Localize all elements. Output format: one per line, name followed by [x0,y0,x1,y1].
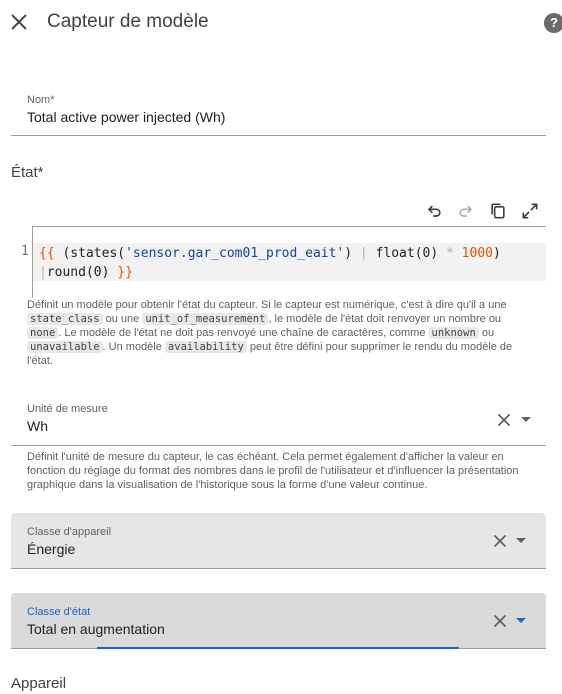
chevron-down-icon[interactable] [521,417,531,422]
clear-icon[interactable] [492,533,508,549]
redo-icon[interactable] [456,201,476,221]
unit-field-value[interactable]: Wh [27,418,48,434]
code-chip: unknown [428,327,479,339]
state-class-value[interactable]: Total en augmentation [27,621,165,637]
device-class-select[interactable]: Classe d'appareil Énergie [11,513,546,569]
chevron-down-icon[interactable] [516,618,526,623]
code-token: 'sensor.gar_com01_prod_eait' [125,246,345,261]
state-class-select[interactable]: Classe d'état Total en augmentation [11,593,546,649]
code-token: }} [117,265,133,280]
state-helper-text: Définit un modèle pour obtenir l'état du… [27,299,513,367]
chevron-down-icon[interactable] [516,538,526,543]
dialog-header: Capteur de modèle ? [0,0,562,46]
code-chip: unavailable [27,341,103,353]
help-icon[interactable]: ? [544,13,562,33]
code-chip: availability [164,341,247,353]
clear-icon[interactable] [496,412,512,428]
unit-helper-text: Définit l'unité de mesure du capteur, le… [27,451,519,491]
name-field[interactable]: Nom* Total active power injected (Wh) [11,87,546,136]
code-token: | [359,246,368,261]
code-token: 1000 [453,246,493,261]
device-section-title: Appareil [11,675,67,692]
state-class-label: Classe d'état [27,606,91,618]
clear-icon[interactable] [492,613,508,629]
code-chip: none [27,327,59,339]
device-class-label: Classe d'appareil [27,526,112,538]
name-field-label: Nom* [27,94,55,106]
code-token: ) [493,246,509,261]
fullscreen-icon[interactable] [520,201,540,221]
code-token: * [446,246,454,261]
unit-of-measurement-field[interactable]: Unité de mesure Wh [11,396,546,446]
name-field-value[interactable]: Total active power injected (Wh) [27,109,225,125]
device-class-value[interactable]: Énergie [27,541,75,557]
code-token: float(0) [367,246,447,261]
code-token: | [39,265,47,280]
code-token: ) [344,246,360,261]
state-section-title: État* [11,164,44,181]
close-icon[interactable] [8,11,30,33]
code-chip: unit_of_measurement [142,313,269,325]
template-code[interactable]: {{ (states('sensor.gar_com01_prod_eait')… [39,244,544,282]
line-number: 1 [21,244,29,259]
code-token: (states( [54,246,126,261]
template-code-editor[interactable]: 1 {{ (states('sensor.gar_com01_prod_eait… [11,226,546,298]
code-token: {{ [39,246,55,261]
undo-icon[interactable] [424,201,444,221]
code-chip: state_class [27,313,103,325]
dialog-title: Capteur de modèle [47,11,209,32]
code-token: round(0) [46,265,118,280]
unit-field-label: Unité de mesure [27,403,108,415]
copy-icon[interactable] [488,201,508,221]
focus-underline [97,647,459,649]
